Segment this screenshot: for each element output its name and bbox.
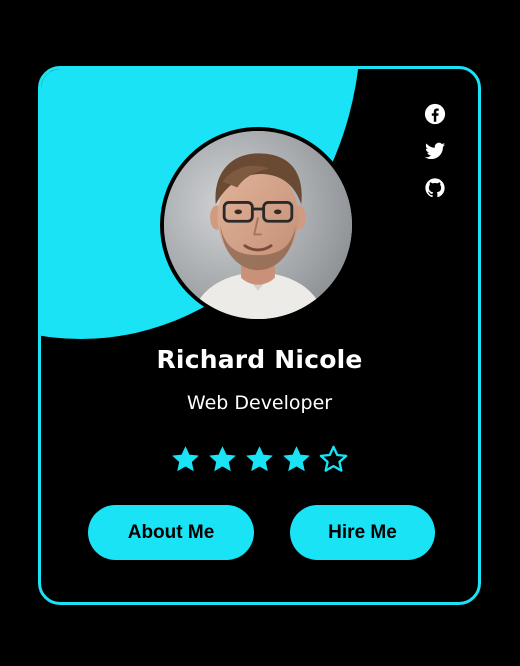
hire-me-button[interactable]: Hire Me [290, 505, 435, 560]
profile-card: Richard Nicole Web Developer About Me Hi… [38, 66, 481, 605]
star-rating [41, 444, 478, 475]
twitter-icon[interactable] [424, 140, 446, 162]
star-filled-icon [207, 444, 238, 475]
avatar [160, 127, 356, 323]
star-filled-icon [170, 444, 201, 475]
star-filled-icon [244, 444, 275, 475]
profile-role: Web Developer [186, 392, 333, 414]
github-icon[interactable] [424, 177, 446, 199]
star-empty-icon [318, 444, 349, 475]
facebook-icon[interactable] [424, 103, 446, 125]
profile-name: Richard Nicole [156, 345, 363, 374]
star-filled-icon [281, 444, 312, 475]
avatar-portrait [164, 131, 352, 319]
about-me-button[interactable]: About Me [88, 505, 254, 560]
social-links [422, 103, 448, 199]
